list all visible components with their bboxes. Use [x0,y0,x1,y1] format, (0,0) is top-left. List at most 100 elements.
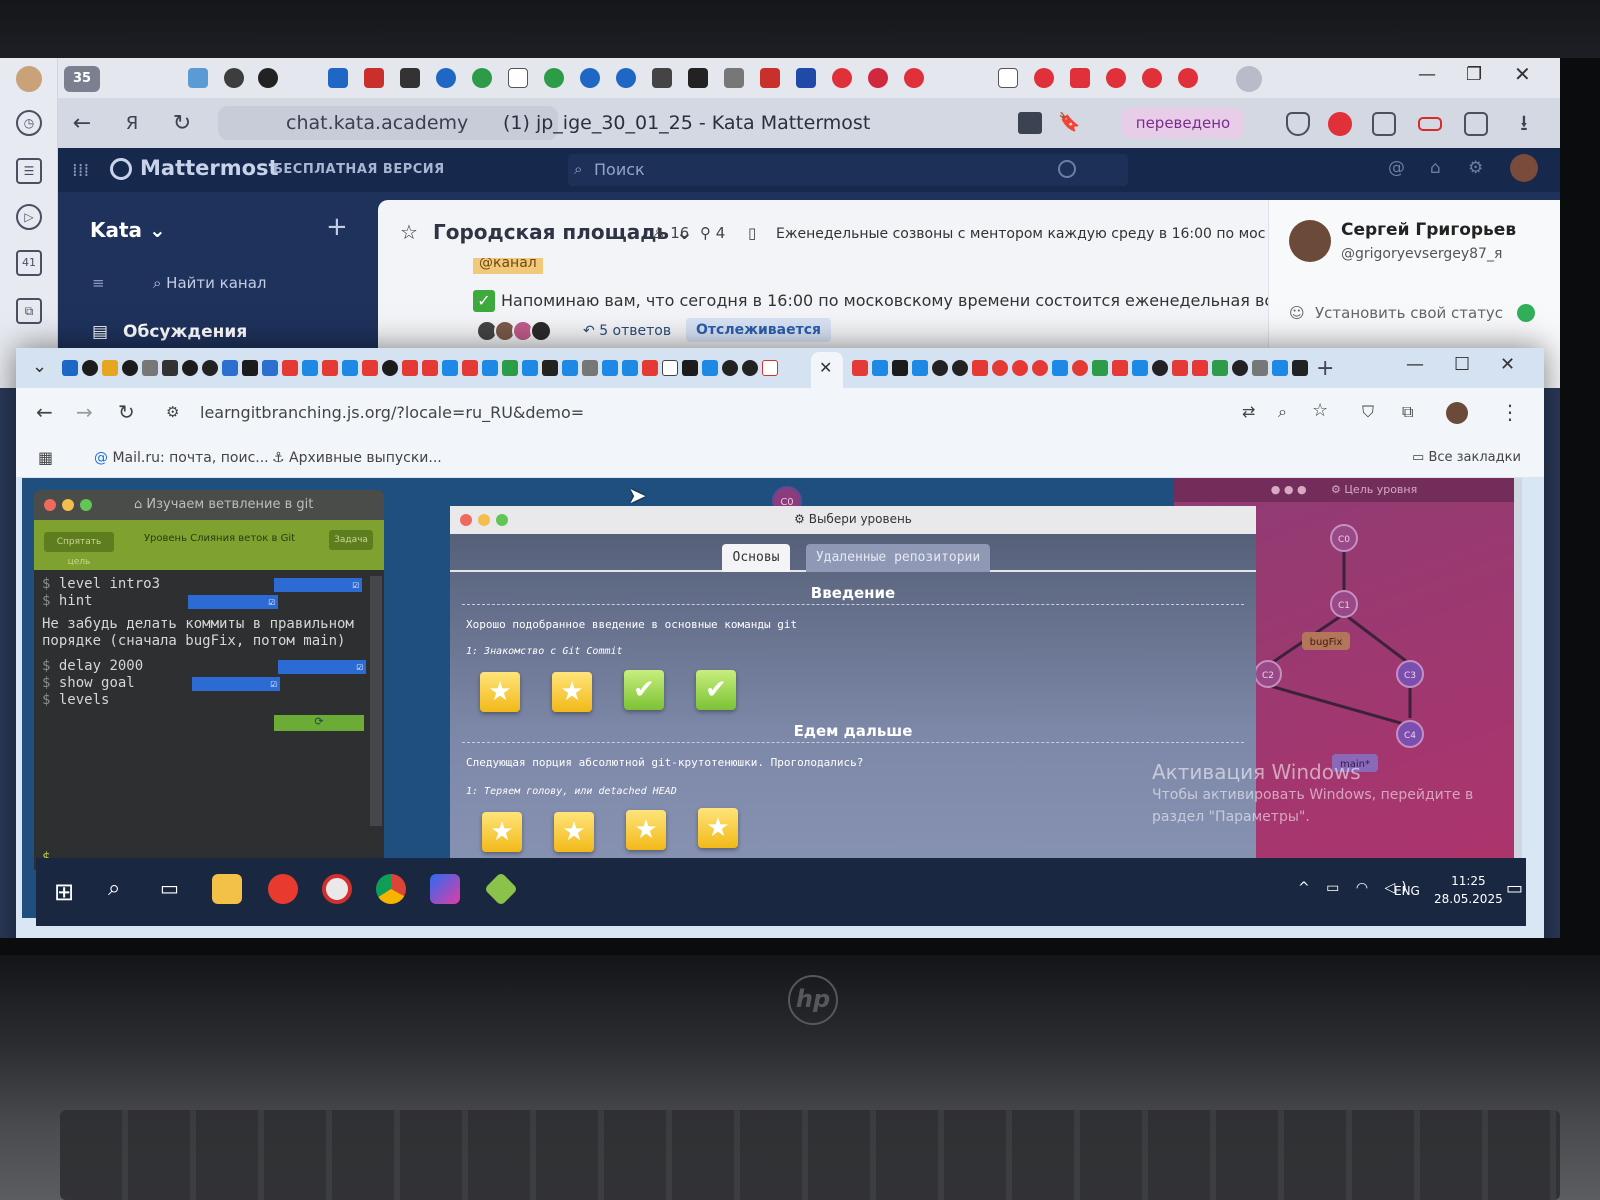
start-button-icon[interactable]: ⊞ [54,878,74,906]
tab-favicon[interactable] [482,360,498,376]
tab-favicon[interactable] [662,360,678,376]
tab-favicon[interactable] [188,68,208,88]
shield-icon[interactable]: ⛉ [1362,402,1374,422]
mention-icon[interactable]: @ [1388,158,1405,178]
menu-icon[interactable]: ⋮ [1500,400,1520,424]
maximize-dot[interactable] [80,499,92,511]
tab-favicon[interactable] [972,360,988,376]
maximize-icon[interactable]: ☐ [1454,354,1470,375]
zoom-icon[interactable]: ⌕ [1278,402,1287,422]
restore-icon[interactable]: ❐ [1466,64,1482,85]
tab-favicon[interactable] [688,68,708,88]
tab-favicon[interactable] [682,360,698,376]
scrollbar[interactable] [370,576,382,826]
clock[interactable]: 11:25 28.05.2025 [1434,872,1503,908]
intellij-icon[interactable] [430,874,460,904]
tab-favicon[interactable] [1172,360,1188,376]
favorite-icon[interactable]: ☆ [400,220,418,244]
back-icon[interactable]: ← [68,110,96,138]
language-indicator[interactable]: ENG [1394,884,1420,898]
tab-favicon[interactable] [322,360,338,376]
tab-favicon[interactable] [342,360,358,376]
search-input[interactable]: Поиск [568,154,1128,186]
reload-icon[interactable]: ↻ [168,110,196,138]
level-check-icon[interactable]: ✔ [624,670,664,710]
tab-favicon[interactable] [102,360,118,376]
tab-favicon[interactable] [364,68,384,88]
level-star-icon[interactable]: ★ [552,672,592,712]
tab-favicon[interactable] [382,360,398,376]
search-icon[interactable]: ⌕ [108,876,120,901]
file-explorer-icon[interactable] [212,874,242,904]
extensions-icon[interactable] [1372,112,1396,136]
tab-favicon[interactable] [912,360,928,376]
level-star-icon[interactable]: ★ [698,808,738,848]
tab-favicon[interactable] [852,360,868,376]
tab-remote[interactable]: Удаленные репозитории [806,544,990,572]
tab-favicon[interactable] [222,360,238,376]
translate-icon[interactable]: ⇄ [1242,402,1255,421]
tab-favicon[interactable] [508,68,528,88]
level-star-icon[interactable]: ★ [482,812,522,852]
sidebar-icon[interactable] [1464,112,1488,136]
profile-avatar[interactable] [16,66,42,92]
following-button[interactable]: Отслеживается [686,318,832,342]
level-check-icon[interactable]: ✔ [696,670,736,710]
tab-favicon[interactable] [502,360,518,376]
all-bookmarks[interactable]: ▭ Все закладки [1412,450,1521,465]
tab-favicon[interactable] [1272,360,1288,376]
tab-favicon[interactable] [462,360,478,376]
tab-favicon[interactable] [122,360,138,376]
tab-favicon[interactable] [1132,360,1148,376]
tab-favicon[interactable] [82,360,98,376]
saved-icon[interactable]: ⌂ [1430,158,1441,178]
tab-search-icon[interactable]: ⌄ [32,356,47,377]
tab-favicon[interactable] [202,360,218,376]
tab-favicon[interactable] [1070,68,1090,88]
tab-favicon[interactable] [400,68,420,88]
extensions-icon[interactable]: ⧉ [1402,402,1413,422]
level-star-icon[interactable]: ★ [480,672,520,712]
minimize-icon[interactable]: — [1406,354,1424,375]
close-icon[interactable]: ✕ [1514,62,1531,86]
tab-basics[interactable]: Основы [722,544,790,572]
tab-favicon[interactable] [868,68,888,88]
members-count[interactable]: ♙ 16 [652,224,689,242]
bookmark-star-icon[interactable]: ☆ [1312,400,1328,421]
history-icon[interactable]: ◷ [16,110,42,136]
tab-favicon[interactable] [472,68,492,88]
tab-favicon[interactable] [832,68,852,88]
bookmark-icon[interactable]: 🔖 [1058,112,1080,133]
tab-favicon[interactable] [262,360,278,376]
settings-icon[interactable]: ⚙ [1468,158,1483,178]
minimize-dot[interactable] [62,499,74,511]
tab-favicon[interactable] [1112,360,1128,376]
tab-favicon[interactable] [562,360,578,376]
tab-favicon[interactable] [892,360,908,376]
apps-grid-icon[interactable]: ⁞⁞⁞ [72,160,89,181]
tab-favicon[interactable] [1152,360,1168,376]
tab-favicon[interactable] [1052,360,1068,376]
new-tab-button[interactable]: + [1316,356,1334,381]
tab-favicon[interactable] [544,68,564,88]
hide-goal-button[interactable]: Спрятать цель [44,532,114,567]
tab-favicon[interactable] [362,360,378,376]
tab-favicon[interactable] [1212,360,1228,376]
tab-favicon[interactable] [872,360,888,376]
tab-favicon[interactable] [436,68,456,88]
tab-favicon[interactable] [1106,68,1126,88]
avatar[interactable] [1446,402,1468,424]
sidebar-item-threads[interactable]: Обсуждения [123,322,247,342]
tab-favicon[interactable] [442,360,458,376]
tab-favicon[interactable] [1092,360,1108,376]
tab-favicon[interactable] [992,360,1008,376]
tab-favicon[interactable] [162,360,178,376]
screenshot-icon[interactable]: ⧉ [16,298,42,324]
forward-icon[interactable]: → [76,400,93,424]
tab-favicon[interactable] [302,360,318,376]
replies-link[interactable]: ↶ 5 ответов [583,323,671,339]
tab-favicon[interactable] [952,360,968,376]
close-dot[interactable] [44,499,56,511]
tab-favicon[interactable] [522,360,538,376]
team-menu[interactable]: Kata ⌄ [90,218,166,242]
